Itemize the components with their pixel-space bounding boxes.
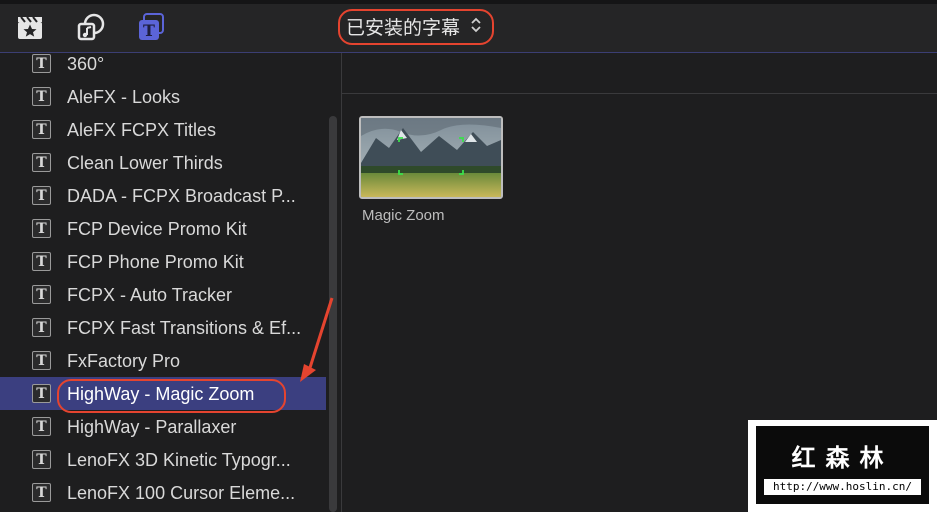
mountain-landscape-image [361, 118, 501, 197]
library-dropdown-label: 已安装的字幕 [346, 16, 461, 39]
updown-chevron-icon [470, 17, 482, 36]
title-t-icon: T [32, 87, 51, 106]
title-t-icon: T [32, 351, 51, 370]
sidebar-item[interactable]: T FCPX - Auto Tracker [0, 278, 326, 311]
music-photo-icon[interactable] [76, 12, 106, 42]
sidebar-item-label: AleFX FCPX Titles [67, 120, 217, 140]
sidebar-item[interactable]: T FCPX Fast Transitions & Ef... [0, 311, 326, 344]
sidebar-item-label: FxFactory Pro [67, 351, 181, 371]
sidebar-item[interactable]: T AleFX - Looks [0, 80, 326, 113]
title-category-sidebar: T 360° T AleFX - Looks T AleFX FCPX Titles T Cl… [0, 53, 326, 512]
titles-icon[interactable]: T [136, 12, 166, 42]
sidebar-item-label: LenoFX 100 Cursor Eleme... [67, 483, 296, 503]
sidebar-item[interactable]: T FCP Device Promo Kit [0, 212, 326, 245]
toolbar-top-edge [0, 0, 937, 4]
category-list: T 360° T AleFX - Looks T AleFX FCPX Titles T Cl… [0, 53, 326, 509]
sidebar-item[interactable]: T Clean Lower Thirds [0, 146, 326, 179]
top-toolbar: T 已安装的字幕 [0, 0, 937, 53]
sidebar-item-label: FCPX - Auto Tracker [67, 285, 233, 305]
library-dropdown[interactable]: 已安装的字幕 [336, 9, 492, 43]
sidebar-item-label: 360° [67, 54, 105, 74]
title-t-icon: T [32, 153, 51, 172]
browser-header [342, 53, 937, 94]
clapper-star-icon[interactable] [15, 12, 45, 42]
sidebar-item[interactable]: T DADA - FCPX Broadcast P... [0, 179, 326, 212]
title-t-icon: T [32, 384, 51, 403]
title-t-icon: T [32, 120, 51, 139]
sidebar-item[interactable]: T LenoFX 100 Cursor Eleme... [0, 476, 326, 509]
title-t-icon: T [32, 483, 51, 502]
clip-thumbnail-label: Magic Zoom [362, 207, 445, 224]
sidebar-item[interactable]: T 360° [0, 53, 326, 80]
title-t-icon: T [32, 54, 51, 73]
title-t-icon: T [32, 285, 51, 304]
watermark: 红森林 http://www.hoslin.cn/ [748, 420, 937, 512]
sidebar-item[interactable]: T HighWay - Magic Zoom [0, 377, 326, 410]
title-t-icon: T [32, 450, 51, 469]
sidebar-item[interactable]: T HighWay - Parallaxer [0, 410, 326, 443]
clip-thumbnail[interactable] [359, 116, 503, 199]
watermark-panel: 红森林 http://www.hoslin.cn/ [756, 426, 929, 504]
title-t-icon: T [32, 186, 51, 205]
watermark-title: 红森林 [791, 444, 894, 472]
title-t-icon: T [32, 318, 51, 337]
title-t-icon: T [32, 252, 51, 271]
watermark-url: http://www.hoslin.cn/ [764, 479, 921, 495]
title-t-icon: T [32, 417, 51, 436]
annotation-arrow [300, 297, 334, 382]
sidebar-item-label: LenoFX 3D Kinetic Typogr... [67, 450, 291, 470]
sidebar-item-label: AleFX - Looks [67, 87, 181, 107]
sidebar-item[interactable]: T LenoFX 3D Kinetic Typogr... [0, 443, 326, 476]
title-t-icon: T [32, 219, 51, 238]
svg-text:T: T [143, 21, 155, 40]
sidebar-item[interactable]: T FCP Phone Promo Kit [0, 245, 326, 278]
sidebar-item[interactable]: T AleFX FCPX Titles [0, 113, 326, 146]
sidebar-item-label: FCP Phone Promo Kit [67, 252, 244, 272]
sidebar-item-label: DADA - FCPX Broadcast P... [67, 186, 296, 206]
sidebar-item-label: FCPX Fast Transitions & Ef... [67, 318, 302, 338]
sidebar-item[interactable]: T FxFactory Pro [0, 344, 326, 377]
pane-divider[interactable] [341, 53, 342, 512]
sidebar-item-label: FCP Device Promo Kit [67, 219, 247, 239]
sidebar-item-label: HighWay - Magic Zoom [67, 384, 255, 404]
sidebar-item-label: Clean Lower Thirds [67, 153, 223, 173]
sidebar-item-label: HighWay - Parallaxer [67, 417, 237, 437]
